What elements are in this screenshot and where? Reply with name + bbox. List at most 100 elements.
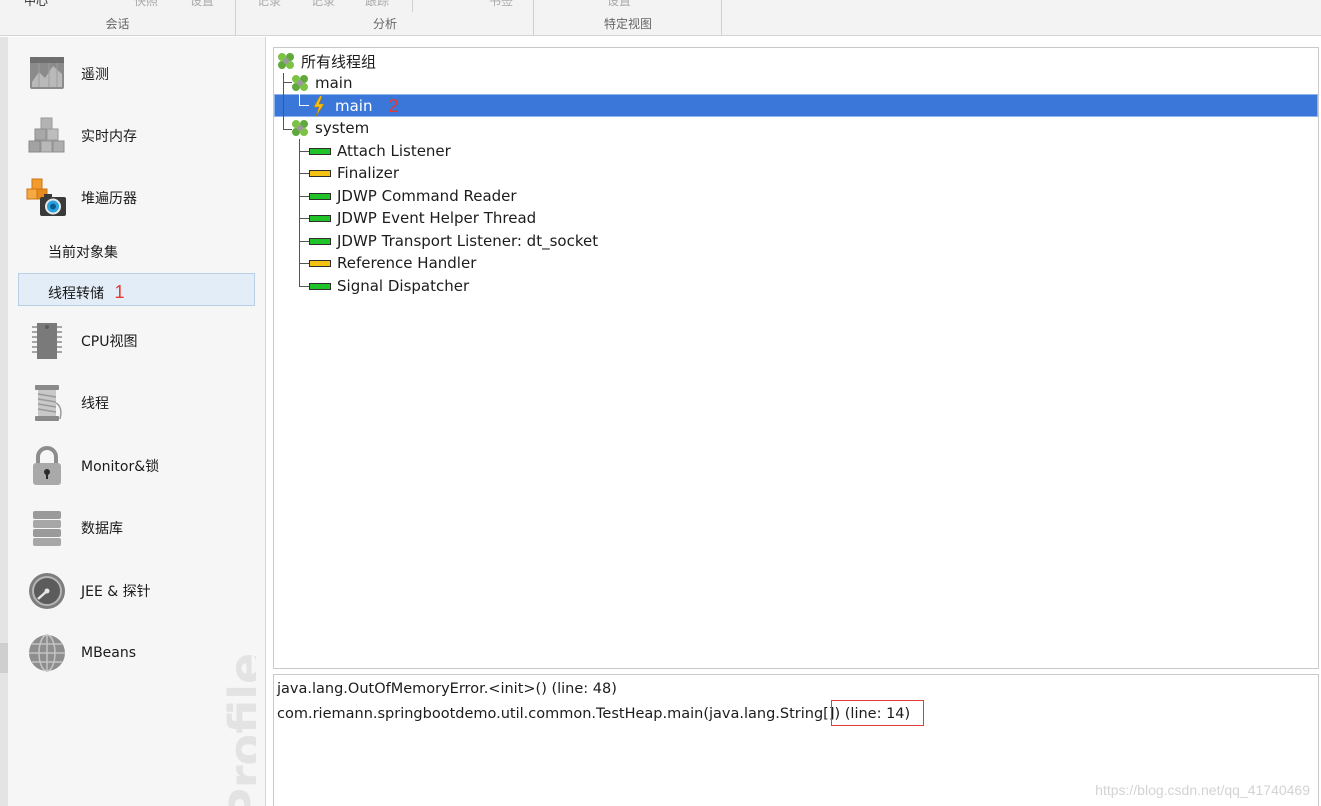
thread-tree-panel[interactable]: 所有线程组 main main 2 system Attach Listener xyxy=(273,47,1319,669)
tree-node-thread[interactable]: JDWP Command Reader xyxy=(309,185,517,207)
ribbon-item-center[interactable]: 中心 xyxy=(24,0,48,9)
tree-node-thread-main[interactable]: main 2 xyxy=(312,95,399,117)
ribbon-group-title: 特定视图 xyxy=(603,17,652,31)
ribbon-toolbar: 中心 快照 设置 会话 记录 记录 跟踪 书签 分析 设置 特定视图 xyxy=(0,0,1321,36)
sidebar-item-label: CPU视图 xyxy=(81,334,138,350)
sidebar-item-jee-probes[interactable]: JEE & 探针 xyxy=(26,569,151,613)
gauge-icon xyxy=(26,570,68,612)
sidebar-item-label: 线程 xyxy=(81,396,109,412)
threads-icon xyxy=(26,382,68,424)
tree-selection-highlight xyxy=(274,94,1318,117)
tree-node-label: main xyxy=(335,97,373,115)
ribbon-group-specific-views: 设置 特定视图 xyxy=(535,0,722,36)
tree-connector xyxy=(299,196,309,197)
sidebar-item-label: MBeans xyxy=(81,645,137,661)
ribbon-item-snapshot[interactable]: 快照 xyxy=(134,0,158,9)
ribbon-group-session: 中心 快照 设置 会话 xyxy=(0,0,236,36)
sidebar-edge-strip xyxy=(0,37,8,806)
sidebar: 遥测 实时内存 堆遍历器 当前对象集 线程转储 1 CPU视图 线程 Monit… xyxy=(0,37,266,806)
sidebar-item-cpu-views[interactable]: CPU视图 xyxy=(26,319,137,363)
sidebar-subitem-current-objects[interactable]: 当前对象集 xyxy=(48,242,118,262)
lock-icon xyxy=(26,445,68,487)
stack-frame[interactable]: java.lang.OutOfMemoryError.<init>() (lin… xyxy=(277,681,617,697)
tree-node-thread[interactable]: JDWP Event Helper Thread xyxy=(309,207,536,229)
tree-node-thread[interactable]: Signal Dispatcher xyxy=(309,275,469,297)
cpu-icon xyxy=(26,320,68,362)
tree-node-label: JDWP Event Helper Thread xyxy=(337,209,537,227)
tree-node-thread[interactable]: Finalizer xyxy=(309,162,399,184)
tree-node-label: JDWP Transport Listener: dt_socket xyxy=(337,232,599,250)
tree-node-label: main xyxy=(315,74,353,92)
live-memory-icon xyxy=(26,115,68,157)
ribbon-group-title: 分析 xyxy=(372,17,397,31)
thread-state-running-icon xyxy=(309,147,331,155)
sidebar-item-label: 数据库 xyxy=(81,521,123,537)
sidebar-item-telemetry[interactable]: 遥测 xyxy=(26,52,109,96)
tree-node-label: system xyxy=(315,119,370,137)
ribbon-item-trace[interactable]: 跟踪 xyxy=(365,0,389,9)
thread-state-running-icon xyxy=(309,192,331,200)
sidebar-item-label: 实时内存 xyxy=(81,129,137,145)
tree-connector xyxy=(299,263,309,264)
thread-state-running-icon xyxy=(309,237,331,245)
thread-group-icon xyxy=(292,75,308,91)
tree-node-group-system[interactable]: system xyxy=(291,117,369,139)
thread-group-icon xyxy=(278,53,294,69)
tree-node-thread[interactable]: Reference Handler xyxy=(309,252,476,274)
thread-state-waiting-icon xyxy=(309,259,331,267)
tree-node-label: 所有线程组 xyxy=(301,52,377,71)
thread-state-running-icon xyxy=(309,214,331,222)
telemetry-icon xyxy=(26,53,68,95)
sidebar-item-mbeans[interactable]: MBeans xyxy=(26,631,136,675)
globe-icon xyxy=(26,632,68,674)
source-url-watermark: https://blog.csdn.net/qq_41740469 xyxy=(1095,782,1310,798)
lightning-icon xyxy=(313,96,325,116)
tree-connector xyxy=(299,218,309,219)
thread-group-icon xyxy=(292,120,308,136)
ribbon-group-title: 会话 xyxy=(105,17,130,31)
tree-connector xyxy=(299,151,309,152)
thread-state-running-icon xyxy=(309,282,331,290)
sidebar-edge-handle[interactable] xyxy=(0,643,8,673)
tree-node-all-thread-groups[interactable]: 所有线程组 xyxy=(277,50,376,72)
sidebar-item-databases[interactable]: 数据库 xyxy=(26,506,123,550)
ribbon-group-analysis: 记录 记录 跟踪 书签 分析 xyxy=(237,0,534,36)
stack-trace-panel[interactable]: java.lang.OutOfMemoryError.<init>() (lin… xyxy=(273,674,1319,806)
tree-connector xyxy=(299,173,309,174)
annotation-highlight-box xyxy=(831,700,924,726)
tree-node-thread[interactable]: JDWP Transport Listener: dt_socket xyxy=(309,230,598,252)
sidebar-item-threads[interactable]: 线程 xyxy=(26,381,109,425)
sidebar-subitem-thread-dump[interactable]: 线程转储 1 xyxy=(48,282,124,303)
sidebar-item-live-memory[interactable]: 实时内存 xyxy=(26,114,137,158)
heap-walker-icon xyxy=(26,177,68,219)
tree-connector xyxy=(299,286,309,287)
tree-node-label: Signal Dispatcher xyxy=(337,277,470,295)
tree-node-thread[interactable]: Attach Listener xyxy=(309,140,451,162)
tree-node-label: Finalizer xyxy=(337,164,400,182)
profiler-watermark-text: Profiler xyxy=(218,649,256,806)
tree-connector xyxy=(299,241,309,242)
tree-node-group-main[interactable]: main xyxy=(291,72,352,94)
ribbon-item-view-settings[interactable]: 设置 xyxy=(607,0,631,9)
tree-node-label: JDWP Command Reader xyxy=(337,187,517,205)
thread-state-waiting-icon xyxy=(309,169,331,177)
tree-connector xyxy=(299,93,309,106)
annotation-marker-1: 1 xyxy=(114,282,125,302)
sidebar-subitem-label: 线程转储 xyxy=(48,286,104,302)
stack-frame[interactable]: com.riemann.springbootdemo.util.common.T… xyxy=(277,706,910,722)
annotation-marker-2: 2 xyxy=(388,95,399,116)
sidebar-item-monitors-locks[interactable]: Monitor&锁 xyxy=(26,444,159,488)
sidebar-item-label: JEE & 探针 xyxy=(81,584,151,600)
sidebar-item-label: 堆遍历器 xyxy=(81,191,137,207)
profiler-watermark: Profiler xyxy=(206,649,256,806)
ribbon-item-record-1[interactable]: 记录 xyxy=(257,0,281,9)
tree-node-label: Reference Handler xyxy=(337,254,477,272)
ribbon-item-settings[interactable]: 设置 xyxy=(190,0,214,9)
sidebar-item-label: Monitor&锁 xyxy=(81,459,160,475)
ribbon-item-bookmark[interactable]: 书签 xyxy=(489,0,513,9)
ribbon-item-record-2[interactable]: 记录 xyxy=(311,0,335,9)
sidebar-item-heap-walker[interactable]: 堆遍历器 xyxy=(26,176,137,220)
database-icon xyxy=(26,507,68,549)
tree-node-label: Attach Listener xyxy=(337,142,451,160)
sidebar-item-label: 遥测 xyxy=(81,67,109,83)
